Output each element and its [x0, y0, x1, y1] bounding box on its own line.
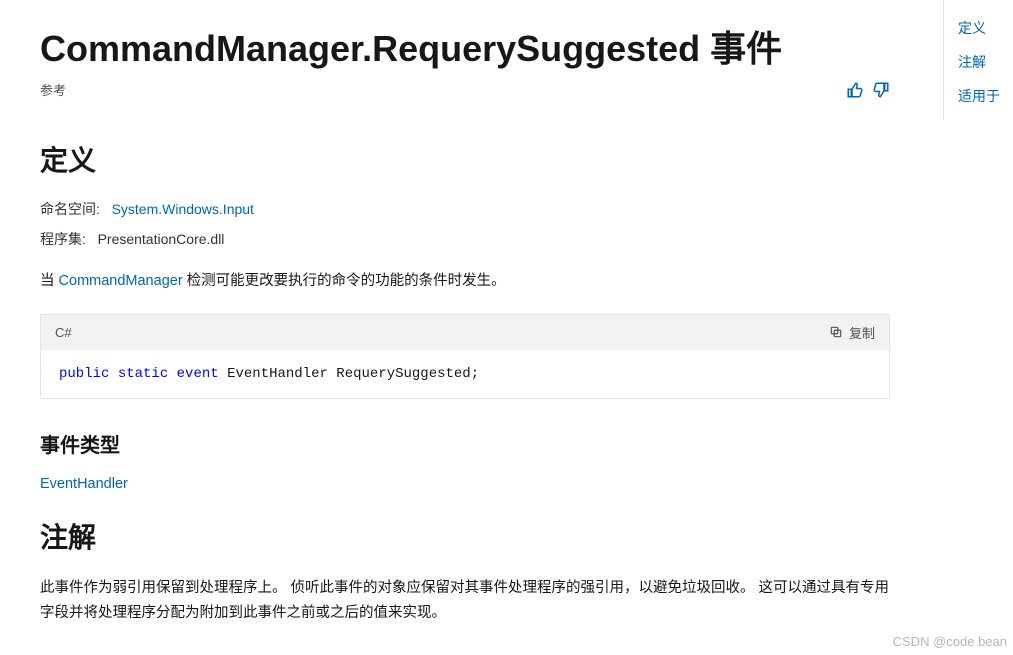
assembly-row: 程序集: PresentationCore.dll: [40, 229, 890, 249]
code-block: C# 复制 public static event EventHandler R…: [40, 314, 890, 399]
assembly-label: 程序集:: [40, 231, 86, 247]
thumb-up-icon[interactable]: [846, 81, 864, 99]
reference-label: 参考: [40, 80, 66, 99]
sidebar-item-definition[interactable]: 定义: [958, 18, 1013, 38]
definition-heading: 定义: [40, 139, 890, 179]
copy-icon: [829, 325, 843, 339]
code-language-label: C#: [55, 325, 72, 340]
namespace-link[interactable]: System.Windows.Input: [112, 201, 254, 217]
remarks-heading: 注解: [40, 516, 890, 556]
description-paragraph: 当 CommandManager 检测可能更改要执行的命令的功能的条件时发生。: [40, 269, 890, 294]
commandmanager-link[interactable]: CommandManager: [59, 273, 183, 289]
event-type-heading: 事件类型: [40, 429, 890, 458]
sidebar-item-remarks[interactable]: 注解: [958, 52, 1013, 72]
remarks-body: 此事件作为弱引用保留到处理程序上。 侦听此事件的对象应保留对其事件处理程序的强引…: [40, 576, 890, 625]
namespace-row: 命名空间: System.Windows.Input: [40, 199, 890, 219]
watermark: CSDN @code bean: [893, 634, 1007, 649]
eventhandler-link[interactable]: EventHandler: [40, 476, 128, 492]
kw-static: static: [118, 366, 168, 382]
copy-label: 复制: [849, 323, 875, 342]
kw-public: public: [59, 366, 109, 382]
desc-post: 检测可能更改要执行的命令的功能的条件时发生。: [183, 273, 506, 289]
thumb-down-icon[interactable]: [872, 81, 890, 99]
code-rest: EventHandler RequerySuggested;: [219, 366, 479, 382]
page-title: CommandManager.RequerySuggested 事件: [40, 20, 890, 72]
feedback-controls: [846, 81, 890, 99]
desc-pre: 当: [40, 273, 59, 289]
assembly-value: PresentationCore.dll: [98, 231, 225, 247]
sidebar-nav: 定义 注解 适用于: [943, 0, 1013, 120]
copy-button[interactable]: 复制: [829, 323, 875, 342]
code-body: public static event EventHandler Requery…: [41, 350, 889, 398]
sidebar-item-applies-to[interactable]: 适用于: [958, 86, 1013, 106]
namespace-label: 命名空间:: [40, 201, 100, 217]
kw-event: event: [177, 366, 219, 382]
